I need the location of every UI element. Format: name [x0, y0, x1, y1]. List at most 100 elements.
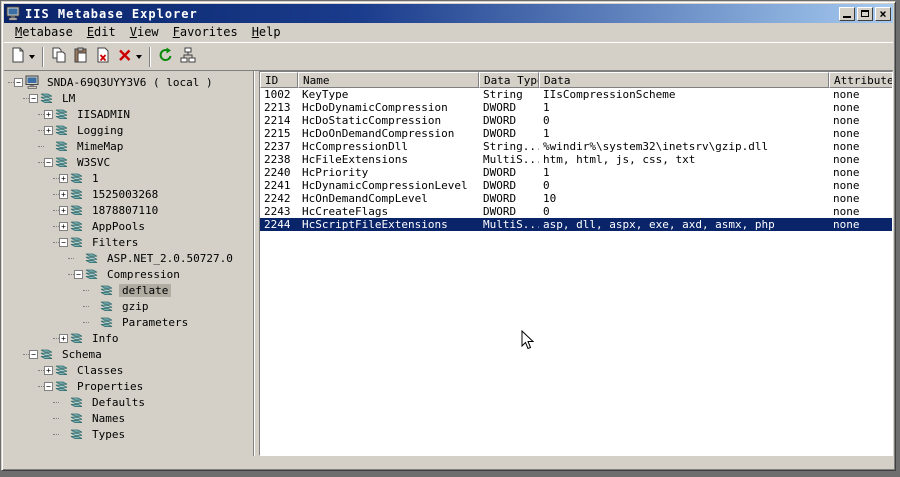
collapse-toggle-icon[interactable]: −: [74, 269, 83, 279]
tree-item-label[interactable]: 1525003268: [89, 188, 161, 201]
column-header-data[interactable]: Data: [539, 72, 829, 88]
tree-item-logging[interactable]: + Logging: [4, 122, 253, 138]
delete-entry-button[interactable]: [92, 46, 114, 68]
metabase-row-2215[interactable]: 2215 HcDoOnDemandCompression DWORD 1 none: [260, 127, 892, 140]
collapse-toggle-icon[interactable]: −: [29, 93, 38, 103]
tree-item-label[interactable]: LM: [59, 92, 78, 105]
metabase-row-2213[interactable]: 2213 HcDoDynamicCompression DWORD 1 none: [260, 101, 892, 114]
expand-toggle-icon[interactable]: +: [44, 109, 53, 119]
tree-item-label[interactable]: MimeMap: [74, 140, 126, 153]
tree-item-label[interactable]: 1878807110: [89, 204, 161, 217]
metabase-row-2238[interactable]: 2238 HcFileExtensions MultiS... htm, html, …: [260, 153, 892, 166]
close-button[interactable]: ×: [875, 6, 891, 21]
metabase-row-2243[interactable]: 2243 HcCreateFlags DWORD 0 none: [260, 205, 892, 218]
tree-item-properties[interactable]: − Properties: [4, 378, 253, 394]
tree-item-label[interactable]: SNDA-69Q3UYY3V6 ( local ): [44, 76, 216, 89]
collapse-toggle-icon[interactable]: −: [44, 157, 53, 167]
expand-toggle-icon[interactable]: +: [59, 205, 68, 215]
connect-button[interactable]: [177, 46, 199, 68]
chevron-down-icon[interactable]: [136, 54, 142, 59]
column-header-data-type[interactable]: Data Type: [479, 72, 539, 88]
tree-item-label[interactable]: Classes: [74, 364, 126, 377]
tree-item-classes[interactable]: + Classes: [4, 362, 253, 378]
tree-item-label[interactable]: Compression: [104, 268, 183, 281]
metabase-row-2214[interactable]: 2214 HcDoStaticCompression DWORD 0 none: [260, 114, 892, 127]
tree-item-schema[interactable]: − Schema: [4, 346, 253, 362]
tree-item-gzip[interactable]: gzip: [4, 298, 253, 314]
expand-toggle-icon[interactable]: +: [44, 125, 53, 135]
tree-item-label[interactable]: Names: [89, 412, 128, 425]
tree-item-label[interactable]: Schema: [59, 348, 105, 361]
tree-item-iisadmin[interactable]: + IISADMIN: [4, 106, 253, 122]
minimize-button[interactable]: [839, 6, 855, 21]
menu-metabase[interactable]: Metabase: [8, 24, 80, 41]
collapse-toggle-icon[interactable]: −: [29, 349, 38, 359]
tree-item-lm[interactable]: − LM: [4, 90, 253, 106]
tree-item-label[interactable]: 1: [89, 172, 102, 185]
tree-item-asp-net-2-0-50727-0[interactable]: ASP.NET_2.0.50727.0: [4, 250, 253, 266]
tree-item-filters[interactable]: − Filters: [4, 234, 253, 250]
tree-item-names[interactable]: Names: [4, 410, 253, 426]
tree-item-label[interactable]: Filters: [89, 236, 141, 249]
tree-item-snda-69q3uyy3v6-local-[interactable]: − SNDA-69Q3UYY3V6 ( local ): [4, 74, 253, 90]
tree-item-1[interactable]: +1: [4, 170, 253, 186]
paste-button[interactable]: [70, 46, 92, 68]
metabase-row-2244[interactable]: 2244 HcScriptFileExtensions MultiS... asp, …: [260, 218, 892, 231]
menu-view[interactable]: View: [123, 24, 166, 41]
menu-favorites[interactable]: Favorites: [166, 24, 245, 41]
collapse-toggle-icon[interactable]: −: [44, 381, 53, 391]
restore-button[interactable]: [857, 6, 873, 21]
expand-toggle-icon[interactable]: +: [59, 221, 68, 231]
metabase-row-2237[interactable]: 2237 HcCompressionDll String... %windir%\sy…: [260, 140, 892, 153]
collapse-toggle-icon[interactable]: −: [14, 77, 23, 87]
copy-button[interactable]: [48, 46, 70, 68]
tree-item-deflate[interactable]: deflate: [4, 282, 253, 298]
tree-item-label[interactable]: W3SVC: [74, 156, 113, 169]
column-header-attributes[interactable]: Attributes: [829, 72, 892, 88]
tree-item-label[interactable]: Defaults: [89, 396, 148, 409]
tree-item-defaults[interactable]: Defaults: [4, 394, 253, 410]
tree-item-label[interactable]: Properties: [74, 380, 146, 393]
tree-item-label[interactable]: deflate: [119, 283, 172, 297]
tree-item-apppools[interactable]: + AppPools: [4, 218, 253, 234]
expand-toggle-icon[interactable]: +: [59, 173, 68, 183]
metabase-row-1002[interactable]: 1002 KeyType String IIsCompressionScheme non…: [260, 88, 892, 101]
tree-item-1525003268[interactable]: +1525003268: [4, 186, 253, 202]
tree-item-label[interactable]: Info: [89, 332, 122, 345]
tree-item-parameters[interactable]: Parameters: [4, 314, 253, 330]
tree-item-label[interactable]: AppPools: [89, 220, 148, 233]
refresh-icon: [158, 47, 174, 67]
cell-id: 2244: [264, 218, 291, 231]
tree-item-1878807110[interactable]: +1878807110: [4, 202, 253, 218]
tree-item-label[interactable]: Parameters: [119, 316, 191, 329]
delete-key-button[interactable]: [114, 46, 145, 68]
expand-toggle-icon[interactable]: +: [59, 333, 68, 343]
tree-item-mimemap[interactable]: MimeMap: [4, 138, 253, 154]
metabase-row-2242[interactable]: 2242 HcOnDemandCompLevel DWORD 10 none: [260, 192, 892, 205]
menu-help[interactable]: Help: [245, 24, 288, 41]
tree-item-label[interactable]: Logging: [74, 124, 126, 137]
new-key-button[interactable]: [7, 46, 38, 68]
chevron-down-icon[interactable]: [29, 54, 35, 59]
tree-item-types[interactable]: Types: [4, 426, 253, 442]
computer-icon: [25, 75, 41, 89]
column-header-name[interactable]: Name: [298, 72, 479, 88]
tree-item-label[interactable]: Types: [89, 428, 128, 441]
tree-item-info[interactable]: + Info: [4, 330, 253, 346]
refresh-button[interactable]: [155, 46, 177, 68]
tree-item-label[interactable]: ASP.NET_2.0.50727.0: [104, 252, 236, 265]
tree-item-label[interactable]: IISADMIN: [74, 108, 133, 121]
tree-item-compression[interactable]: − Compression: [4, 266, 253, 282]
column-header-id[interactable]: ID: [260, 72, 298, 88]
tree-item-label[interactable]: gzip: [119, 300, 152, 313]
metabase-row-2241[interactable]: 2241 HcDynamicCompressionLevel DWORD 0 none: [260, 179, 892, 192]
expand-toggle-icon[interactable]: +: [59, 189, 68, 199]
menu-edit[interactable]: Edit: [80, 24, 123, 41]
connect-icon: [180, 47, 196, 67]
collapse-toggle-icon[interactable]: −: [59, 237, 68, 247]
metabase-row-2240[interactable]: 2240 HcPriority DWORD 1 none: [260, 166, 892, 179]
tree-item-w3svc[interactable]: − W3SVC: [4, 154, 253, 170]
cell-data: htm, html, js, css, txt: [543, 153, 696, 166]
expand-toggle-icon[interactable]: +: [44, 365, 53, 375]
